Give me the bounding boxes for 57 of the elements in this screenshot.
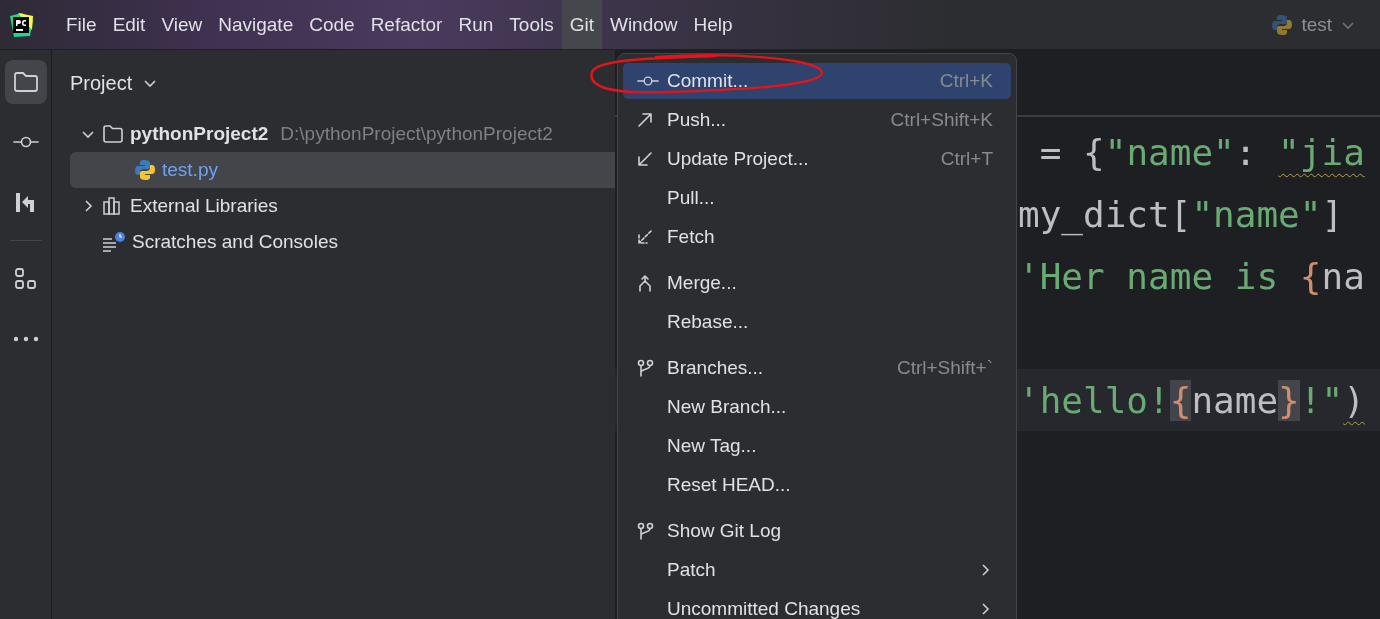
menu-bar-item[interactable]: Git xyxy=(561,0,602,49)
menu-item[interactable]: Push... Ctrl+Shift+K xyxy=(623,102,1011,138)
code-line: 'Her name is {na xyxy=(1018,255,1365,297)
menu-item[interactable]: Fetch xyxy=(623,219,1011,255)
menu-item[interactable]: Uncommitted Changes xyxy=(623,591,1011,619)
tree-label: test.py xyxy=(162,159,218,181)
python-icon xyxy=(1271,13,1294,36)
app-logo[interactable] xyxy=(8,11,34,38)
menu-item[interactable]: New Tag... xyxy=(623,428,1011,464)
arrow-up-right-icon xyxy=(637,112,653,128)
branch-icon xyxy=(637,522,655,540)
structure-icon xyxy=(13,267,38,291)
scratches-icon xyxy=(102,231,126,253)
menu-item[interactable]: Commit... Ctrl+K xyxy=(623,63,1011,99)
tree-label: pythonProject2 xyxy=(130,123,269,145)
menu-bar-item[interactable]: Navigate xyxy=(210,0,302,49)
tree-row[interactable]: test.py xyxy=(70,152,615,188)
menu-item[interactable]: Reset HEAD... xyxy=(623,467,1011,503)
tree-label: Scratches and Consoles xyxy=(132,231,338,253)
menu-bar-item[interactable]: Window xyxy=(601,0,686,49)
folder-icon xyxy=(102,124,124,144)
python-icon xyxy=(134,159,156,181)
tree-row[interactable]: Scratches and Consoles xyxy=(70,224,615,260)
code-line: = {"name": "jia xyxy=(1038,131,1365,173)
tree-label: External Libraries xyxy=(130,195,278,217)
tree-row[interactable]: External Libraries xyxy=(70,188,615,224)
menu-item[interactable]: New Branch... xyxy=(623,389,1011,425)
menu-bar-item[interactable]: Help xyxy=(685,0,741,49)
menu-item[interactable]: Show Git Log xyxy=(623,513,1011,549)
commit-icon xyxy=(637,74,659,88)
menu-bar-item[interactable]: Code xyxy=(301,0,363,49)
tool-window-button[interactable] xyxy=(4,60,47,104)
menu-bar-item[interactable]: Edit xyxy=(104,0,154,49)
more-icon xyxy=(12,336,39,342)
panel-title[interactable]: Project xyxy=(70,71,133,95)
menu-bar-item[interactable]: Tools xyxy=(501,0,562,49)
run-config-label[interactable]: test xyxy=(1301,13,1332,36)
menu-item[interactable]: Merge... xyxy=(623,265,1011,301)
code-line: my_dict["name"] xyxy=(1018,193,1344,235)
menu-item[interactable]: Branches... Ctrl+Shift+` xyxy=(623,350,1011,386)
menu-item[interactable]: Pull... xyxy=(623,180,1011,216)
menu-bar-item[interactable]: Run xyxy=(450,0,502,49)
fetch-icon xyxy=(637,229,653,245)
menu-bar-item[interactable]: View xyxy=(153,0,211,49)
menu-bar-item[interactable]: Refactor xyxy=(362,0,451,49)
menu-item[interactable]: Rebase... xyxy=(623,304,1011,340)
menu-item[interactable]: Patch xyxy=(623,552,1011,588)
tree-row[interactable]: pythonProject2 D:\pythonProject\pythonProject2 xyxy=(70,116,615,152)
menu-bar-item[interactable]: File xyxy=(58,0,105,49)
merge-icon xyxy=(637,274,653,292)
arrow-down-left-icon xyxy=(637,151,653,167)
path-hint: D:\pythonProject\pythonProject2 xyxy=(280,123,553,145)
branch-icon xyxy=(637,359,655,377)
code-line: 'hello!{name}!") xyxy=(1018,379,1365,421)
menu-item[interactable]: Update Project... Ctrl+T xyxy=(623,141,1011,177)
folder-icon xyxy=(12,71,39,93)
commit-icon xyxy=(12,135,39,149)
